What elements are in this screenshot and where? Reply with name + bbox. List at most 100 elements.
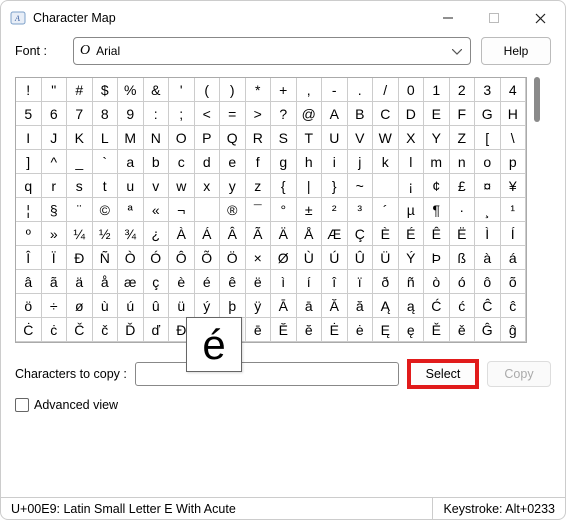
char-cell[interactable]: ¼: [67, 222, 93, 246]
char-cell[interactable]: å: [93, 270, 119, 294]
char-cell[interactable]: ¸: [475, 198, 501, 222]
char-cell[interactable]: é: [195, 270, 221, 294]
char-cell[interactable]: K: [67, 126, 93, 150]
char-cell[interactable]: Z: [450, 126, 476, 150]
char-cell[interactable]: ë: [246, 270, 272, 294]
char-cell[interactable]: Ă: [322, 294, 348, 318]
char-cell[interactable]: ì: [271, 270, 297, 294]
char-cell[interactable]: Ė: [322, 318, 348, 342]
char-cell[interactable]: P: [195, 126, 221, 150]
char-cell[interactable]: $: [93, 78, 119, 102]
char-cell[interactable]: Ě: [424, 318, 450, 342]
char-cell[interactable]: ą: [399, 294, 425, 318]
char-cell[interactable]: Ô: [169, 246, 195, 270]
grid-scrollbar[interactable]: [531, 77, 545, 343]
char-cell[interactable]: Ĉ: [475, 294, 501, 318]
char-cell[interactable]: C: [373, 102, 399, 126]
char-cell[interactable]: Ê: [424, 222, 450, 246]
char-cell[interactable]: °: [271, 198, 297, 222]
char-cell[interactable]: ě: [450, 318, 476, 342]
char-cell[interactable]: È: [373, 222, 399, 246]
char-cell[interactable]: #: [67, 78, 93, 102]
char-cell[interactable]: ): [220, 78, 246, 102]
char-cell[interactable]: Ď: [118, 318, 144, 342]
char-cell[interactable]: ­: [195, 198, 221, 222]
char-cell[interactable]: á: [501, 246, 527, 270]
char-cell[interactable]: w: [169, 174, 195, 198]
character-grid[interactable]: !"#$%&'()*+,-./0123456789:;<=>?@ABCDEFGH…: [15, 77, 527, 343]
char-cell[interactable]: ę: [399, 318, 425, 342]
char-cell[interactable]: !: [16, 78, 42, 102]
char-cell[interactable]: À: [169, 222, 195, 246]
char-cell[interactable]: ©: [93, 198, 119, 222]
char-cell[interactable]: Ø: [271, 246, 297, 270]
char-cell[interactable]: l: [399, 150, 425, 174]
char-cell[interactable]: {: [271, 174, 297, 198]
char-cell[interactable]: ÿ: [246, 294, 272, 318]
char-cell[interactable]: h: [297, 150, 323, 174]
close-button[interactable]: [517, 3, 563, 33]
char-cell[interactable]: >: [246, 102, 272, 126]
char-cell[interactable]: L: [93, 126, 119, 150]
char-cell[interactable]: F: [450, 102, 476, 126]
char-cell[interactable]: ²: [322, 198, 348, 222]
char-cell[interactable]: Ò: [118, 246, 144, 270]
char-cell[interactable]: ø: [67, 294, 93, 318]
char-cell[interactable]: è: [169, 270, 195, 294]
char-cell[interactable]: R: [246, 126, 272, 150]
char-cell[interactable]: Ð: [67, 246, 93, 270]
char-cell[interactable]: ċ: [42, 318, 68, 342]
char-cell[interactable]: N: [144, 126, 170, 150]
char-cell[interactable]: í: [297, 270, 323, 294]
char-cell[interactable]: »: [42, 222, 68, 246]
char-cell[interactable]: 3: [475, 78, 501, 102]
help-button[interactable]: Help: [481, 37, 551, 65]
char-cell[interactable]: î: [322, 270, 348, 294]
characters-to-copy-input[interactable]: [135, 362, 399, 386]
char-cell[interactable]: Ā: [271, 294, 297, 318]
char-cell[interactable]: ß: [450, 246, 476, 270]
char-cell[interactable]: ð: [373, 270, 399, 294]
char-cell[interactable]: y: [220, 174, 246, 198]
char-cell[interactable]: B: [348, 102, 374, 126]
char-cell[interactable]: J: [42, 126, 68, 150]
advanced-view-checkbox[interactable]: [15, 398, 29, 412]
char-cell[interactable]: v: [144, 174, 170, 198]
char-cell[interactable]: 1: [424, 78, 450, 102]
char-cell[interactable]: Â: [220, 222, 246, 246]
char-cell[interactable]: þ: [220, 294, 246, 318]
char-cell[interactable]: b: [144, 150, 170, 174]
char-cell[interactable]: ;: [169, 102, 195, 126]
char-cell[interactable]: .: [348, 78, 374, 102]
char-cell[interactable]: ,: [297, 78, 323, 102]
char-cell[interactable]: o: [475, 150, 501, 174]
scrollbar-thumb[interactable]: [534, 77, 540, 122]
char-cell[interactable]: j: [348, 150, 374, 174]
char-cell[interactable]: ó: [450, 270, 476, 294]
char-cell[interactable]: n: [450, 150, 476, 174]
char-cell[interactable]: Þ: [424, 246, 450, 270]
char-cell[interactable]: Ć: [424, 294, 450, 318]
char-cell[interactable]: Ý: [399, 246, 425, 270]
char-cell[interactable]: ö: [16, 294, 42, 318]
char-cell[interactable]: ´: [373, 198, 399, 222]
char-cell[interactable]: ": [42, 78, 68, 102]
char-cell[interactable]: ĝ: [501, 318, 527, 342]
char-cell[interactable]: Ą: [373, 294, 399, 318]
char-cell[interactable]: i: [322, 150, 348, 174]
char-cell[interactable]: ¯: [246, 198, 272, 222]
char-cell[interactable]: û: [144, 294, 170, 318]
char-cell[interactable]: ¿: [144, 222, 170, 246]
char-cell[interactable]: Y: [424, 126, 450, 150]
char-cell[interactable]: 6: [42, 102, 68, 126]
char-cell[interactable]: ¦: [16, 198, 42, 222]
char-cell[interactable]: /: [373, 78, 399, 102]
char-cell[interactable]: a: [118, 150, 144, 174]
char-cell[interactable]: ½: [93, 222, 119, 246]
char-cell[interactable]: ±: [297, 198, 323, 222]
char-cell[interactable]: ï: [348, 270, 374, 294]
char-cell[interactable]: ?: [271, 102, 297, 126]
char-cell[interactable]: -: [322, 78, 348, 102]
char-cell[interactable]: ē: [246, 318, 272, 342]
char-cell[interactable]: =: [220, 102, 246, 126]
